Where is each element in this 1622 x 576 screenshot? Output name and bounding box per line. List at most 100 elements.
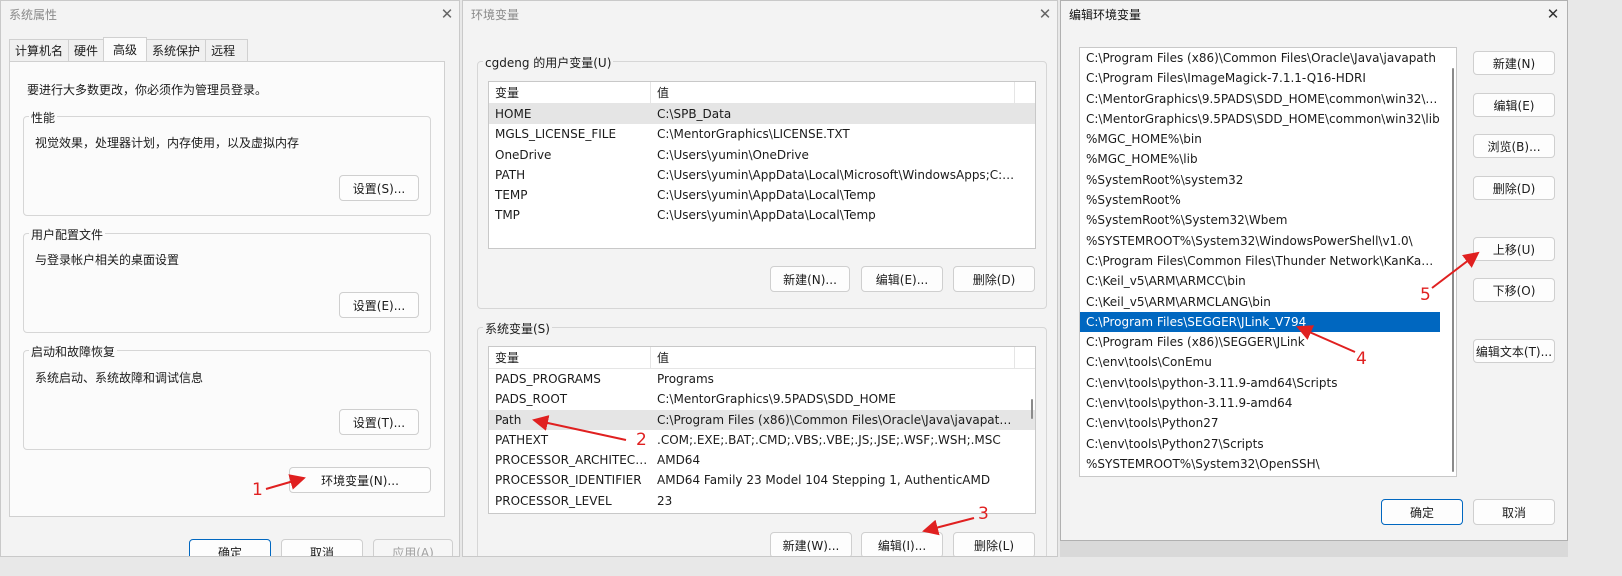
ok-button[interactable]: 确定: [189, 539, 271, 556]
tab-advanced[interactable]: 高级: [103, 37, 148, 61]
window-title: 环境变量: [471, 7, 520, 22]
system-new-button[interactable]: 新建(W)...: [770, 532, 852, 556]
table-row[interactable]: MGLS_LICENSE_FILE C:\MentorGraphics\LICEN…: [489, 124, 1035, 144]
column-value[interactable]: 值: [651, 82, 1015, 103]
variable-value: C:\Users\yumin\AppData\Local\Microsoft\W…: [657, 167, 1015, 182]
title-bar: 系统属性: [1, 1, 459, 27]
system-delete-button[interactable]: 删除(L): [953, 532, 1035, 556]
user-delete-button[interactable]: 删除(D): [953, 266, 1035, 292]
path-entry[interactable]: C:\MentorGraphics\9.5PADS\SDD_HOME\commo…: [1080, 109, 1440, 129]
path-entry[interactable]: C:\Keil_v5\ARM\ARMCLANG\bin: [1080, 292, 1440, 312]
move-up-button[interactable]: 上移(U): [1473, 237, 1555, 261]
environment-variables-window: 环境变量 ✕ cgdeng 的用户变量(U) 变量 值 HOME C:\SPB_D…: [462, 0, 1058, 557]
close-icon[interactable]: ✕: [1543, 5, 1563, 23]
path-entry[interactable]: C:\MentorGraphics\9.5PADS\SDD_HOME\commo…: [1080, 89, 1440, 109]
variable-value: C:\Users\yumin\AppData\Local\Temp: [657, 208, 876, 223]
path-entry[interactable]: %SystemRoot%\System32\Wbem: [1080, 210, 1440, 230]
edit-button[interactable]: 编辑(E): [1473, 93, 1555, 117]
close-icon[interactable]: ✕: [437, 5, 457, 23]
table-row[interactable]: OneDrive C:\Users\yumin\OneDrive: [489, 145, 1035, 165]
ok-button[interactable]: 确定: [1381, 499, 1463, 525]
performance-label: 性能: [29, 109, 58, 126]
table-row[interactable]: TMP C:\Users\yumin\AppData\Local\Temp: [489, 205, 1035, 225]
window-title: 系统属性: [9, 7, 58, 22]
startup-settings-button[interactable]: 设置(T)...: [339, 409, 419, 435]
apply-button[interactable]: 应用(A): [373, 539, 453, 556]
variable-name: PROCESSOR_ARCHITECT...: [495, 453, 651, 468]
scrollbar-thumb[interactable]: [1452, 68, 1454, 472]
path-entry[interactable]: C:\Program Files (x86)\Common Files\Orac…: [1080, 48, 1440, 68]
edit-text-button[interactable]: 编辑文本(T)...: [1473, 339, 1555, 363]
vertical-scrollbar[interactable]: [1448, 48, 1456, 476]
user-profile-settings-button[interactable]: 设置(E)...: [339, 292, 419, 318]
user-edit-button[interactable]: 编辑(E)...: [861, 266, 943, 292]
path-entry[interactable]: %MGC_HOME%\lib: [1080, 149, 1440, 169]
user-new-button[interactable]: 新建(N)...: [770, 266, 850, 292]
tab-hardware[interactable]: 硬件: [68, 39, 105, 61]
path-entry[interactable]: %MGC_HOME%\bin: [1080, 129, 1440, 149]
variable-value: C:\MentorGraphics\9.5PADS\SDD_HOME: [657, 392, 896, 407]
move-down-button[interactable]: 下移(O): [1473, 278, 1555, 302]
tab-remote[interactable]: 远程: [205, 39, 249, 61]
system-properties-window: 系统属性 ✕ 计算机名 硬件 高级 系统保护 远程 要进行大多数更改，你必须作为…: [0, 0, 460, 557]
scrollbar-thumb[interactable]: [1031, 399, 1033, 419]
table-row-path[interactable]: Path C:\Program Files (x86)\Common Files\…: [489, 409, 1035, 430]
path-entries-list[interactable]: C:\Program Files (x86)\Common Files\Orac…: [1079, 47, 1457, 477]
table-row[interactable]: TEMP C:\Users\yumin\AppData\Local\Temp: [489, 185, 1035, 205]
cancel-button[interactable]: 取消: [1473, 499, 1555, 525]
variable-name: HOME: [495, 107, 532, 121]
vertical-scrollbar[interactable]: [1027, 347, 1035, 513]
desktop-background: [1060, 541, 1568, 557]
system-variables-label: 系统变量(S): [483, 320, 552, 337]
system-variables-table[interactable]: 变量 值 PADS_PROGRAMS Programs PADS_ROOT C:\M…: [488, 346, 1036, 514]
variable-value: C:\SPB_Data: [657, 107, 732, 121]
system-edit-button[interactable]: 编辑(I)...: [861, 532, 943, 556]
table-row[interactable]: HOME C:\SPB_Data: [489, 104, 1035, 125]
delete-button[interactable]: 删除(D): [1473, 176, 1555, 200]
path-entry[interactable]: %SystemRoot%\system32: [1080, 170, 1440, 190]
path-entry[interactable]: C:\env\tools\Python27: [1080, 413, 1440, 433]
path-entry[interactable]: %SYSTEMROOT%\System32\WindowsPowerShell\…: [1080, 231, 1440, 251]
path-entry[interactable]: %SystemRoot%: [1080, 190, 1440, 210]
performance-settings-button[interactable]: 设置(S)...: [339, 175, 419, 201]
performance-group: [23, 116, 431, 216]
path-entry[interactable]: C:\Keil_v5\ARM\ARMCC\bin: [1080, 271, 1440, 291]
path-entry[interactable]: C:\env\tools\ConEmu: [1080, 352, 1440, 372]
table-row[interactable]: PROCESSOR_IDENTIFIER AMD64 Family 23 Mode…: [489, 470, 1035, 490]
path-entry[interactable]: C:\Program Files (x86)\SEGGER\JLink: [1080, 332, 1440, 352]
path-entry[interactable]: C:\Program Files\Common Files\Thunder Ne…: [1080, 251, 1440, 271]
column-variable[interactable]: 变量: [489, 347, 651, 368]
table-row[interactable]: PATHEXT .COM;.EXE;.BAT;.CMD;.VBS;.VBE;.JS…: [489, 430, 1035, 450]
cancel-button[interactable]: 取消: [281, 539, 363, 556]
new-button[interactable]: 新建(N): [1473, 51, 1555, 75]
tab-system-protection[interactable]: 系统保护: [146, 39, 207, 61]
path-entry[interactable]: C:\env\tools\python-3.11.9-amd64\Scripts: [1080, 373, 1440, 393]
close-icon[interactable]: ✕: [1035, 5, 1055, 23]
variable-name: PADS_ROOT: [495, 392, 568, 407]
user-variables-table[interactable]: 变量 值 HOME C:\SPB_Data MGLS_LICENSE_FILE C:…: [488, 81, 1036, 249]
table-row[interactable]: PROCESSOR_LEVEL 23: [489, 491, 1035, 511]
tab-computer-name[interactable]: 计算机名: [9, 39, 70, 61]
path-entry[interactable]: C:\env\tools\Python27\Scripts: [1080, 434, 1440, 454]
table-row[interactable]: PATH C:\Users\yumin\AppData\Local\Microso…: [489, 165, 1035, 185]
edit-environment-variable-window: 编辑环境变量 ✕ C:\Program Files (x86)\Common F…: [1060, 0, 1568, 541]
annotation-label-3: 3: [978, 504, 989, 524]
startup-recovery-desc: 系统启动、系统故障和调试信息: [35, 371, 204, 385]
variable-value: C:\Program Files (x86)\Common Files\Orac…: [657, 412, 1015, 427]
variable-name: PADS_PROGRAMS: [495, 372, 601, 386]
table-row[interactable]: PADS_ROOT C:\MentorGraphics\9.5PADS\SDD_H…: [489, 389, 1035, 409]
variable-value: 23: [657, 493, 673, 508]
path-entry[interactable]: %SYSTEMROOT%\System32\OpenSSH\: [1080, 454, 1440, 474]
table-row[interactable]: PADS_PROGRAMS Programs: [489, 369, 1035, 389]
browse-button[interactable]: 浏览(B)...: [1473, 134, 1555, 158]
path-entry[interactable]: C:\env\tools\python-3.11.9-amd64: [1080, 393, 1440, 413]
path-entry[interactable]: C:\Program Files\ImageMagick-7.1.1-Q16-H…: [1080, 68, 1440, 88]
annotation-label-5: 5: [1420, 285, 1431, 305]
variable-name: PATHEXT: [495, 432, 549, 447]
environment-variables-button[interactable]: 环境变量(N)...: [289, 467, 431, 493]
column-variable[interactable]: 变量: [489, 82, 651, 103]
table-row[interactable]: PROCESSOR_ARCHITECT... AMD64: [489, 450, 1035, 470]
path-entry[interactable]: C:\Program Files\SEGGER\JLink_V794: [1080, 311, 1440, 333]
column-value[interactable]: 值: [651, 347, 1015, 368]
window-title: 编辑环境变量: [1069, 7, 1142, 22]
